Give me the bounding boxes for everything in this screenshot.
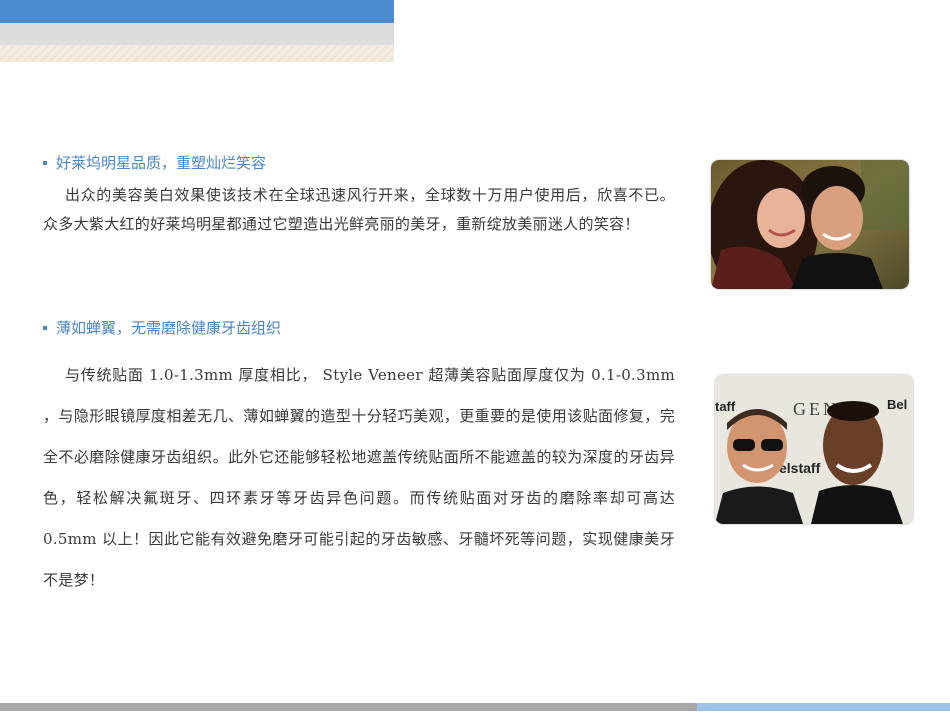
slide-page: 好莱坞明星品质，重塑灿烂笑容 出众的美容美白效果使该技术在全球迅速风行开来，全球… (0, 0, 950, 713)
celebrity-couple-illustration (711, 160, 909, 289)
backdrop-text-left: taff (715, 399, 736, 414)
header-stripe-tan (0, 45, 394, 62)
header-stripe-blue (0, 0, 394, 23)
section2-body: 与传统贴面 1.0-1.3mm 厚度相比， Style Veneer 超薄美容贴… (43, 366, 675, 589)
section2-heading-text: 薄如蝉翼，无需磨除健康牙齿组织 (56, 319, 282, 337)
section2-heading: 薄如蝉翼，无需磨除健康牙齿组织 (43, 317, 281, 338)
header-stripe-gray (0, 23, 394, 45)
backdrop-text-lower: elstaff (779, 460, 821, 476)
backdrop-text-right: Bel (887, 397, 907, 412)
section1-body: 出众的美容美白效果使该技术在全球迅速风行开来，全球数十万用户使用后，欣喜不已。众… (43, 186, 675, 233)
section1-heading-text: 好莱坞明星品质，重塑灿烂笑容 (56, 154, 267, 172)
footer-bar-blue (697, 703, 950, 711)
celebrity-premiere-photo: taff GEN Bel elstaff (715, 375, 913, 524)
bullet-icon (43, 160, 47, 165)
celebrity-premiere-illustration: taff GEN Bel elstaff (715, 375, 913, 524)
bullet-icon (43, 325, 47, 330)
celebrity-couple-photo (711, 160, 909, 289)
footer-bar-gray (0, 703, 697, 711)
section1-heading: 好莱坞明星品质，重塑灿烂笑容 (43, 152, 266, 173)
